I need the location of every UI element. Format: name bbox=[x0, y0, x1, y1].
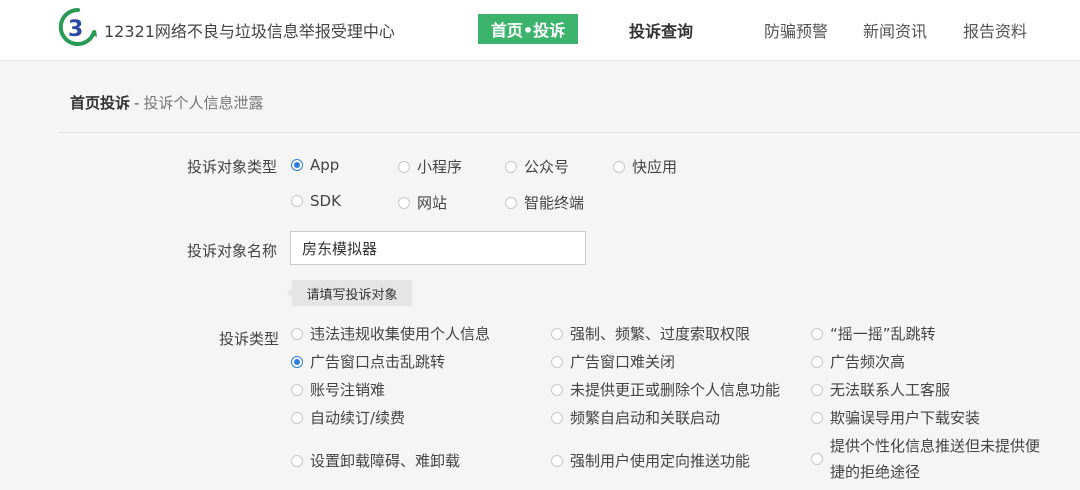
option-label: 频繁自启动和关联启动 bbox=[570, 409, 721, 427]
complaint-type-option[interactable]: 提供个性化信息推送但未提供便捷的拒绝途径 bbox=[811, 433, 1041, 485]
option-label: SDK bbox=[310, 192, 341, 210]
option-label: 设置卸载障碍、难卸载 bbox=[310, 452, 461, 470]
radio-icon[interactable] bbox=[398, 196, 410, 209]
radio-checked-icon[interactable] bbox=[291, 159, 303, 171]
complaint-type-option[interactable]: 未提供更正或删除个人信息功能 bbox=[551, 379, 780, 400]
radio-icon[interactable] bbox=[398, 160, 410, 173]
complaint-type-option[interactable]: 频繁自启动和关联启动 bbox=[551, 407, 720, 428]
breadcrumb-home[interactable]: 首页投诉 bbox=[70, 94, 130, 112]
target-type-option[interactable]: SDK bbox=[291, 192, 341, 210]
radio-icon[interactable] bbox=[505, 196, 517, 209]
complaint-type-option[interactable]: 强制、频繁、过度索取权限 bbox=[551, 323, 750, 344]
complaint-type-option[interactable]: 广告频次高 bbox=[811, 351, 905, 372]
complaint-type-option[interactable]: “摇一摇”乱跳转 bbox=[811, 323, 936, 344]
complaint-type-option[interactable]: 欺骗误导用户下载安装 bbox=[811, 407, 980, 428]
site-title[interactable]: 12321网络不良与垃圾信息举报受理中心 bbox=[104, 18, 395, 42]
radio-icon[interactable] bbox=[551, 327, 563, 340]
complaint-type-option[interactable]: 账号注销难 bbox=[291, 379, 385, 400]
radio-icon[interactable] bbox=[551, 454, 563, 467]
radio-icon[interactable] bbox=[291, 454, 303, 467]
nav-home-complaint[interactable]: 首页•投诉 bbox=[478, 14, 578, 44]
radio-icon[interactable] bbox=[613, 160, 625, 173]
target-type-option[interactable]: 智能终端 bbox=[505, 192, 584, 213]
option-label: 违法违规收集使用个人信息 bbox=[310, 325, 491, 343]
complaint-type-option[interactable]: 设置卸载障碍、难卸载 bbox=[291, 450, 460, 471]
breadcrumb-separator: - bbox=[134, 94, 140, 112]
radio-icon[interactable] bbox=[291, 327, 303, 340]
radio-icon[interactable] bbox=[551, 383, 563, 396]
complaint-type-label: 投诉类型 bbox=[219, 330, 280, 348]
target-name-hint-tooltip: 请填写投诉对象 bbox=[292, 280, 412, 306]
radio-icon[interactable] bbox=[811, 327, 823, 340]
radio-icon[interactable] bbox=[291, 383, 303, 396]
option-label: 欺骗误导用户下载安装 bbox=[830, 409, 981, 427]
target-name-input[interactable]: 房东模拟器 bbox=[290, 231, 586, 265]
option-label: 小程序 bbox=[417, 158, 463, 176]
option-label: 快应用 bbox=[632, 158, 678, 176]
option-label: “摇一摇”乱跳转 bbox=[830, 325, 936, 343]
breadcrumb-current: 投诉个人信息泄露 bbox=[143, 94, 264, 112]
target-name-label: 投诉对象名称 bbox=[187, 242, 278, 260]
target-type-option[interactable]: 网站 bbox=[398, 192, 447, 213]
radio-icon[interactable] bbox=[811, 355, 823, 368]
top-header: 3 12321网络不良与垃圾信息举报受理中心 首页•投诉 投诉查询 防骗预警 新… bbox=[0, 0, 1080, 61]
complaint-type-option[interactable]: 广告窗口点击乱跳转 bbox=[291, 351, 445, 372]
site-logo-icon: 3 bbox=[58, 7, 97, 46]
option-label: 广告频次高 bbox=[830, 353, 906, 371]
option-label: 账号注销难 bbox=[310, 381, 386, 399]
radio-icon[interactable] bbox=[811, 453, 823, 465]
target-name-value: 房东模拟器 bbox=[302, 239, 378, 258]
radio-icon[interactable] bbox=[811, 411, 823, 424]
option-label: App bbox=[310, 156, 340, 174]
target-type-option[interactable]: App bbox=[291, 156, 339, 174]
option-label: 广告窗口点击乱跳转 bbox=[310, 353, 446, 371]
option-label: 智能终端 bbox=[524, 194, 585, 212]
breadcrumb: 首页投诉 - 投诉个人信息泄露 bbox=[70, 92, 263, 113]
option-label: 公众号 bbox=[524, 158, 570, 176]
complaint-type-option[interactable]: 违法违规收集使用个人信息 bbox=[291, 323, 490, 344]
radio-icon[interactable] bbox=[291, 195, 303, 207]
option-label: 无法联系人工客服 bbox=[830, 381, 951, 399]
nav-reports[interactable]: 报告资料 bbox=[963, 18, 1027, 42]
option-label: 提供个性化信息推送但未提供便捷的拒绝途径 bbox=[830, 437, 1041, 481]
target-type-option[interactable]: 快应用 bbox=[613, 156, 677, 177]
target-type-option[interactable]: 小程序 bbox=[398, 156, 462, 177]
complaint-type-option[interactable]: 自动续订/续费 bbox=[291, 407, 405, 428]
target-type-option[interactable]: 公众号 bbox=[505, 156, 569, 177]
option-label: 广告窗口难关闭 bbox=[570, 353, 676, 371]
nav-fraud-alert[interactable]: 防骗预警 bbox=[764, 18, 828, 42]
option-label: 强制用户使用定向推送功能 bbox=[570, 452, 751, 470]
svg-text:3: 3 bbox=[68, 17, 83, 42]
radio-icon[interactable] bbox=[811, 383, 823, 396]
nav-complaint-query[interactable]: 投诉查询 bbox=[629, 18, 693, 42]
nav-news[interactable]: 新闻资讯 bbox=[863, 18, 927, 42]
radio-icon[interactable] bbox=[291, 411, 303, 424]
target-type-label: 投诉对象类型 bbox=[187, 158, 278, 176]
radio-icon[interactable] bbox=[551, 411, 563, 424]
radio-checked-icon[interactable] bbox=[291, 355, 303, 368]
option-label: 强制、频繁、过度索取权限 bbox=[570, 325, 751, 343]
radio-icon[interactable] bbox=[505, 160, 517, 173]
complaint-type-option[interactable]: 广告窗口难关闭 bbox=[551, 351, 675, 372]
divider bbox=[58, 132, 1080, 133]
radio-icon[interactable] bbox=[551, 355, 563, 368]
option-label: 网站 bbox=[417, 194, 448, 212]
option-label: 未提供更正或删除个人信息功能 bbox=[570, 381, 781, 399]
option-label: 自动续订/续费 bbox=[310, 409, 406, 427]
complaint-type-option[interactable]: 无法联系人工客服 bbox=[811, 379, 950, 400]
complaint-type-option[interactable]: 强制用户使用定向推送功能 bbox=[551, 450, 750, 471]
